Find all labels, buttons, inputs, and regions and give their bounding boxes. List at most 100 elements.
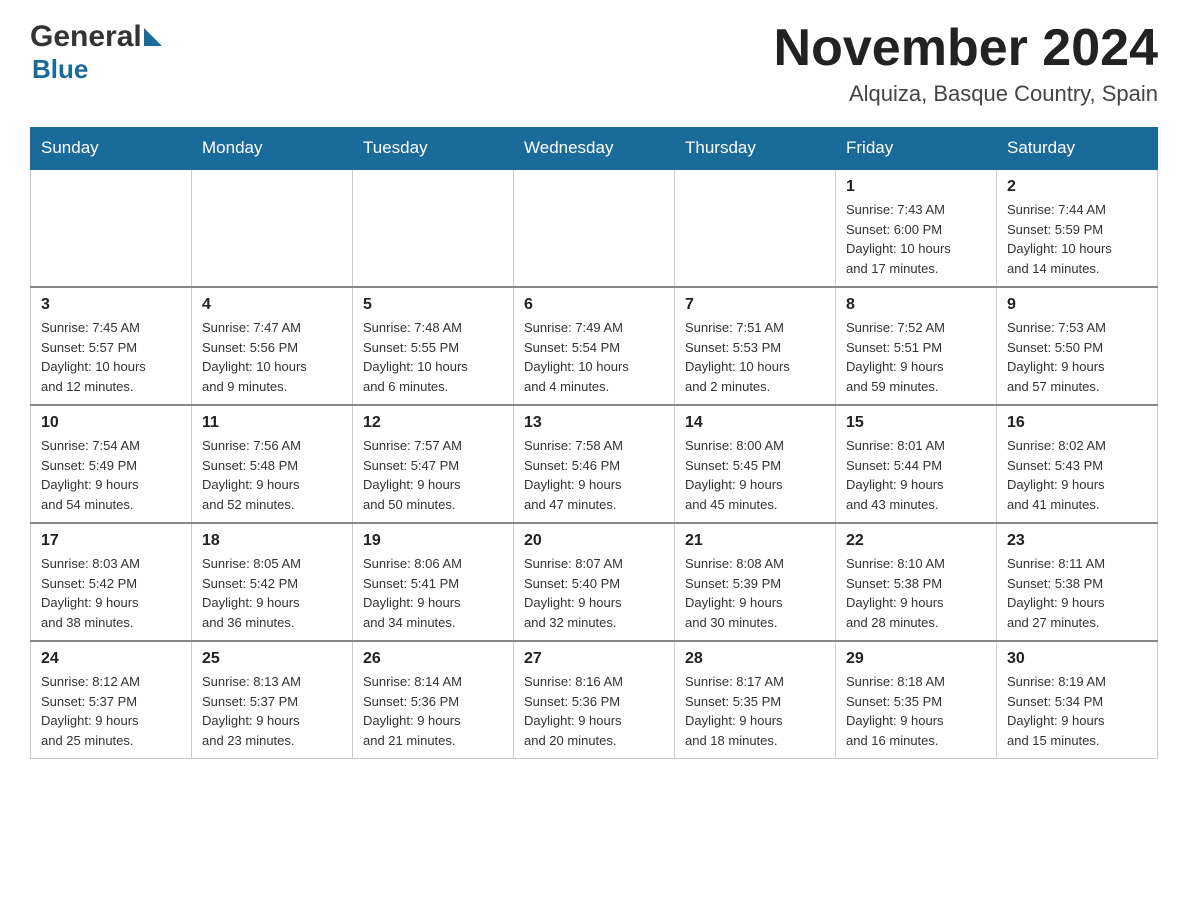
day-number: 17: [41, 532, 181, 550]
col-header-wednesday: Wednesday: [514, 128, 675, 170]
day-info: Sunrise: 7:54 AMSunset: 5:49 PMDaylight:…: [41, 436, 181, 514]
day-number: 25: [202, 650, 342, 668]
logo: General Blue: [30, 20, 165, 85]
table-row: 4 Sunrise: 7:47 AMSunset: 5:56 PMDaylight…: [192, 287, 353, 405]
table-row: 15 Sunrise: 8:01 AMSunset: 5:44 PMDayligh…: [836, 405, 997, 523]
day-number: 21: [685, 532, 825, 550]
logo-general-text: General: [30, 20, 142, 54]
location-subtitle: Alquiza, Basque Country, Spain: [774, 81, 1158, 107]
day-number: 23: [1007, 532, 1147, 550]
day-number: 22: [846, 532, 986, 550]
day-info: Sunrise: 8:03 AMSunset: 5:42 PMDaylight:…: [41, 554, 181, 632]
day-info: Sunrise: 7:43 AMSunset: 6:00 PMDaylight:…: [846, 200, 986, 278]
table-row: 7 Sunrise: 7:51 AMSunset: 5:53 PMDaylight…: [675, 287, 836, 405]
day-number: 20: [524, 532, 664, 550]
logo-triangle-icon: [144, 28, 162, 46]
calendar-week-row: 10 Sunrise: 7:54 AMSunset: 5:49 PMDayligh…: [31, 405, 1158, 523]
day-number: 4: [202, 296, 342, 314]
day-info: Sunrise: 7:53 AMSunset: 5:50 PMDaylight:…: [1007, 318, 1147, 396]
table-row: 27 Sunrise: 8:16 AMSunset: 5:36 PMDayligh…: [514, 641, 675, 759]
table-row: 18Sunrise: 8:05 AMSunset: 5:42 PMDayligh…: [192, 523, 353, 641]
table-row: [675, 169, 836, 287]
table-row: 21 Sunrise: 8:08 AMSunset: 5:39 PMDayligh…: [675, 523, 836, 641]
day-info: Sunrise: 8:01 AMSunset: 5:44 PMDaylight:…: [846, 436, 986, 514]
day-info: Sunrise: 7:45 AMSunset: 5:57 PMDaylight:…: [41, 318, 181, 396]
table-row: 3 Sunrise: 7:45 AMSunset: 5:57 PMDaylight…: [31, 287, 192, 405]
day-number: 29: [846, 650, 986, 668]
day-number: 3: [41, 296, 181, 314]
day-info: Sunrise: 8:02 AMSunset: 5:43 PMDaylight:…: [1007, 436, 1147, 514]
day-info: Sunrise: 8:19 AMSunset: 5:34 PMDaylight:…: [1007, 672, 1147, 750]
table-row: 28Sunrise: 8:17 AMSunset: 5:35 PMDayligh…: [675, 641, 836, 759]
day-info: Sunrise: 7:47 AMSunset: 5:56 PMDaylight:…: [202, 318, 342, 396]
col-header-friday: Friday: [836, 128, 997, 170]
day-number: 19: [363, 532, 503, 550]
month-title: November 2024: [774, 20, 1158, 77]
calendar-week-row: 17 Sunrise: 8:03 AMSunset: 5:42 PMDayligh…: [31, 523, 1158, 641]
table-row: 9Sunrise: 7:53 AMSunset: 5:50 PMDaylight…: [997, 287, 1158, 405]
col-header-sunday: Sunday: [31, 128, 192, 170]
day-info: Sunrise: 8:16 AMSunset: 5:36 PMDaylight:…: [524, 672, 664, 750]
day-info: Sunrise: 7:56 AMSunset: 5:48 PMDaylight:…: [202, 436, 342, 514]
calendar-week-row: 3 Sunrise: 7:45 AMSunset: 5:57 PMDaylight…: [31, 287, 1158, 405]
day-info: Sunrise: 8:18 AMSunset: 5:35 PMDaylight:…: [846, 672, 986, 750]
table-row: 20 Sunrise: 8:07 AMSunset: 5:40 PMDayligh…: [514, 523, 675, 641]
day-number: 30: [1007, 650, 1147, 668]
day-number: 12: [363, 414, 503, 432]
day-info: Sunrise: 7:48 AMSunset: 5:55 PMDaylight:…: [363, 318, 503, 396]
table-row: [514, 169, 675, 287]
day-number: 26: [363, 650, 503, 668]
col-header-thursday: Thursday: [675, 128, 836, 170]
table-row: 11 Sunrise: 7:56 AMSunset: 5:48 PMDayligh…: [192, 405, 353, 523]
table-row: [192, 169, 353, 287]
day-info: Sunrise: 8:08 AMSunset: 5:39 PMDaylight:…: [685, 554, 825, 632]
table-row: 14Sunrise: 8:00 AMSunset: 5:45 PMDayligh…: [675, 405, 836, 523]
day-number: 13: [524, 414, 664, 432]
calendar-week-row: 1 Sunrise: 7:43 AMSunset: 6:00 PMDaylight…: [31, 169, 1158, 287]
logo-blue-text: Blue: [32, 54, 165, 85]
day-info: Sunrise: 7:58 AMSunset: 5:46 PMDaylight:…: [524, 436, 664, 514]
table-row: 12 Sunrise: 7:57 AMSunset: 5:47 PMDayligh…: [353, 405, 514, 523]
table-row: 8 Sunrise: 7:52 AMSunset: 5:51 PMDaylight…: [836, 287, 997, 405]
table-row: 2Sunrise: 7:44 AMSunset: 5:59 PMDaylight…: [997, 169, 1158, 287]
table-row: 26 Sunrise: 8:14 AMSunset: 5:36 PMDayligh…: [353, 641, 514, 759]
day-info: Sunrise: 8:06 AMSunset: 5:41 PMDaylight:…: [363, 554, 503, 632]
day-number: 1: [846, 178, 986, 196]
table-row: 1 Sunrise: 7:43 AMSunset: 6:00 PMDaylight…: [836, 169, 997, 287]
table-row: [31, 169, 192, 287]
table-row: 17 Sunrise: 8:03 AMSunset: 5:42 PMDayligh…: [31, 523, 192, 641]
day-info: Sunrise: 8:11 AMSunset: 5:38 PMDaylight:…: [1007, 554, 1147, 632]
day-number: 11: [202, 414, 342, 432]
day-info: Sunrise: 8:14 AMSunset: 5:36 PMDaylight:…: [363, 672, 503, 750]
day-number: 10: [41, 414, 181, 432]
table-row: 23 Sunrise: 8:11 AMSunset: 5:38 PMDayligh…: [997, 523, 1158, 641]
day-info: Sunrise: 7:52 AMSunset: 5:51 PMDaylight:…: [846, 318, 986, 396]
title-area: November 2024 Alquiza, Basque Country, S…: [774, 20, 1158, 107]
table-row: [353, 169, 514, 287]
day-number: 14: [685, 414, 825, 432]
day-number: 18: [202, 532, 342, 550]
table-row: 25 Sunrise: 8:13 AMSunset: 5:37 PMDayligh…: [192, 641, 353, 759]
day-info: Sunrise: 7:51 AMSunset: 5:53 PMDaylight:…: [685, 318, 825, 396]
day-info: Sunrise: 7:57 AMSunset: 5:47 PMDaylight:…: [363, 436, 503, 514]
col-header-tuesday: Tuesday: [353, 128, 514, 170]
col-header-saturday: Saturday: [997, 128, 1158, 170]
day-number: 27: [524, 650, 664, 668]
day-number: 24: [41, 650, 181, 668]
table-row: 10 Sunrise: 7:54 AMSunset: 5:49 PMDayligh…: [31, 405, 192, 523]
col-header-monday: Monday: [192, 128, 353, 170]
day-number: 8: [846, 296, 986, 314]
day-info: Sunrise: 8:07 AMSunset: 5:40 PMDaylight:…: [524, 554, 664, 632]
table-row: 22 Sunrise: 8:10 AMSunset: 5:38 PMDayligh…: [836, 523, 997, 641]
table-row: 29 Sunrise: 8:18 AMSunset: 5:35 PMDayligh…: [836, 641, 997, 759]
day-info: Sunrise: 8:17 AMSunset: 5:35 PMDaylight:…: [685, 672, 825, 750]
day-number: 15: [846, 414, 986, 432]
page-header: General Blue November 2024 Alquiza, Basq…: [30, 20, 1158, 107]
day-info: Sunrise: 8:13 AMSunset: 5:37 PMDaylight:…: [202, 672, 342, 750]
day-number: 2: [1007, 178, 1147, 196]
table-row: 24Sunrise: 8:12 AMSunset: 5:37 PMDayligh…: [31, 641, 192, 759]
day-number: 16: [1007, 414, 1147, 432]
day-info: Sunrise: 8:10 AMSunset: 5:38 PMDaylight:…: [846, 554, 986, 632]
table-row: 5Sunrise: 7:48 AMSunset: 5:55 PMDaylight…: [353, 287, 514, 405]
day-number: 7: [685, 296, 825, 314]
